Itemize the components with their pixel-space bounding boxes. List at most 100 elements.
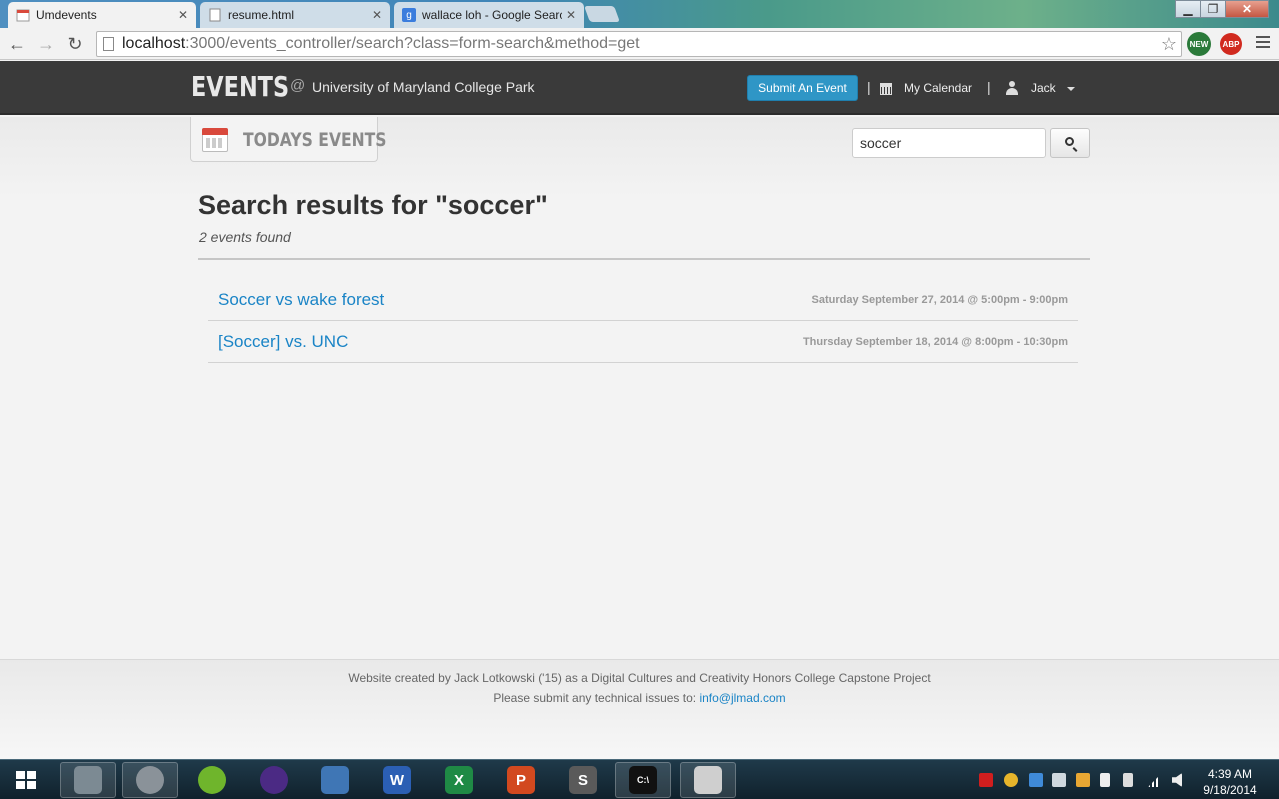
new-tab-button[interactable] xyxy=(584,6,620,22)
browser-tab-strip: Umdevents ✕ resume.html ✕ g wallace loh … xyxy=(0,0,1279,28)
virtualbox-icon xyxy=(321,766,349,794)
browser-toolbar: ← → ↻ localhost:3000/events_controller/s… xyxy=(0,28,1279,60)
powerpoint-icon: P xyxy=(507,766,535,794)
forward-arrow-icon[interactable]: → xyxy=(35,33,57,55)
search-button[interactable] xyxy=(1050,128,1090,158)
event-datetime: Saturday September 27, 2014 @ 5:00pm - 9… xyxy=(811,294,1068,306)
user-menu[interactable]: Jack xyxy=(1031,81,1056,95)
nav-separator: | xyxy=(867,79,871,95)
tab-resume[interactable]: resume.html ✕ xyxy=(200,2,390,28)
flag-tray-icon[interactable] xyxy=(1100,773,1110,787)
command-prompt-taskbar-button[interactable]: C:\ xyxy=(615,762,671,798)
school-name: University of Maryland College Park xyxy=(312,79,535,95)
tab-title: Umdevents xyxy=(36,8,97,22)
file-explorer-icon xyxy=(74,766,102,794)
power-tray-icon[interactable] xyxy=(1123,773,1133,787)
event-link[interactable]: Soccer vs wake forest xyxy=(218,290,384,310)
excel-icon: X xyxy=(445,766,473,794)
word-icon: W xyxy=(383,766,411,794)
footer-issues: Please submit any technical issues to: i… xyxy=(0,691,1279,705)
events-logo[interactable]: EVENTS xyxy=(191,70,289,103)
tab-title: resume.html xyxy=(228,8,295,22)
user-icon xyxy=(1006,81,1018,95)
stacked-app-icon xyxy=(694,766,722,794)
reload-icon[interactable]: ↻ xyxy=(64,33,86,55)
todays-events-label: TODAYS EVENTS xyxy=(243,129,387,151)
event-link[interactable]: [Soccer] vs. UNC xyxy=(218,332,348,352)
chrome-menu-icon[interactable] xyxy=(1256,36,1270,51)
taskbar: W X P S C:\ 4:39 AM 9/18/2014 xyxy=(0,759,1279,799)
dropbox-tray-icon[interactable] xyxy=(1029,773,1043,787)
nav-separator: | xyxy=(987,79,991,95)
tab-umdevents[interactable]: Umdevents ✕ xyxy=(8,2,196,28)
clock-time: 4:39 AM xyxy=(1207,767,1253,781)
powerpoint-taskbar-button[interactable]: P xyxy=(493,762,549,798)
command-prompt-icon: C:\ xyxy=(629,766,657,794)
extension-badge: ABP xyxy=(1222,39,1240,49)
url-host: localhost xyxy=(122,35,186,52)
footer-credit: Website created by Jack Lotkowski ('15) … xyxy=(348,671,931,685)
spotify-icon xyxy=(198,766,226,794)
document-favicon-icon xyxy=(208,8,222,22)
calendar-favicon-icon xyxy=(16,8,30,22)
divider xyxy=(198,258,1090,260)
sublime-text-icon: S xyxy=(569,766,597,794)
sublime-text-taskbar-button[interactable]: S xyxy=(555,762,611,798)
page-title: Search results for "soccer" xyxy=(198,190,548,220)
google-favicon-icon: g xyxy=(402,8,416,22)
close-tab-icon[interactable]: ✕ xyxy=(566,8,576,22)
event-list: Soccer vs wake forest Saturday September… xyxy=(208,279,1078,363)
chevron-down-icon[interactable] xyxy=(1067,87,1075,91)
page-icon xyxy=(103,37,114,51)
window-close-icon[interactable]: ✕ xyxy=(1225,0,1269,18)
stacked-app-taskbar-button[interactable] xyxy=(680,762,736,798)
clock-date: 9/18/2014 xyxy=(1203,783,1257,797)
email-link[interactable]: info@jlmad.com xyxy=(699,691,785,705)
spotify-taskbar-button[interactable] xyxy=(184,762,240,798)
at-sign: @ xyxy=(290,77,306,94)
list-item: Soccer vs wake forest Saturday September… xyxy=(208,279,1078,321)
calendar-icon xyxy=(880,83,892,95)
window-controls: ▁ ❐ ✕ xyxy=(1175,0,1269,18)
eclipse-taskbar-button[interactable] xyxy=(246,762,302,798)
bookmark-star-icon[interactable]: ☆ xyxy=(1161,34,1177,55)
back-arrow-icon[interactable]: ← xyxy=(6,33,28,55)
restore-icon[interactable]: ❐ xyxy=(1200,0,1226,18)
word-taskbar-button[interactable]: W xyxy=(369,762,425,798)
chrome-tray-icon[interactable] xyxy=(1004,773,1018,787)
submit-event-button[interactable]: Submit An Event xyxy=(747,75,858,101)
todays-events-tab[interactable]: TODAYS EVENTS xyxy=(190,117,387,162)
main-content: TODAYS EVENTS Search results for "soccer… xyxy=(0,117,1279,659)
url-path: :3000/events_controller/search?class=for… xyxy=(185,35,640,52)
footer-issues-label: Please submit any technical issues to: xyxy=(493,691,700,705)
search-icon xyxy=(1065,137,1074,146)
extension-badge: NEW xyxy=(1189,39,1209,49)
windows-start-icon[interactable] xyxy=(16,771,38,791)
file-explorer-taskbar-button[interactable] xyxy=(60,762,116,798)
tab-google-search[interactable]: g wallace loh - Google Searc ✕ xyxy=(394,2,584,28)
chrome-icon xyxy=(136,766,164,794)
tab-title: wallace loh - Google Searc xyxy=(422,8,562,22)
chrome-taskbar-button[interactable] xyxy=(122,762,178,798)
new-extension-icon[interactable]: NEW xyxy=(1187,32,1211,56)
check-tray-icon[interactable] xyxy=(1052,773,1066,787)
system-clock[interactable]: 4:39 AM 9/18/2014 xyxy=(1198,766,1262,798)
search-input[interactable] xyxy=(852,128,1046,158)
wifi-signal-icon[interactable] xyxy=(1148,773,1162,787)
list-item: [Soccer] vs. UNC Thursday September 18, … xyxy=(208,321,1078,363)
address-bar[interactable]: localhost:3000/events_controller/search?… xyxy=(96,31,1182,57)
avira-tray-icon[interactable] xyxy=(979,773,993,787)
my-calendar-link[interactable]: My Calendar xyxy=(904,81,972,95)
close-tab-icon[interactable]: ✕ xyxy=(178,8,188,22)
adblock-plus-icon[interactable]: ABP xyxy=(1220,33,1242,55)
virtualbox-taskbar-button[interactable] xyxy=(307,762,363,798)
excel-taskbar-button[interactable]: X xyxy=(431,762,487,798)
close-tab-icon[interactable]: ✕ xyxy=(372,8,382,22)
volume-icon[interactable] xyxy=(1172,773,1182,787)
folder-tray-icon[interactable] xyxy=(1076,773,1090,787)
event-datetime: Thursday September 18, 2014 @ 8:00pm - 1… xyxy=(802,336,1068,348)
site-header: EVENTS @ University of Maryland College … xyxy=(0,61,1279,115)
minimize-icon[interactable]: ▁ xyxy=(1175,0,1201,18)
site-footer: Website created by Jack Lotkowski ('15) … xyxy=(0,659,1279,759)
results-count: 2 events found xyxy=(199,229,291,245)
